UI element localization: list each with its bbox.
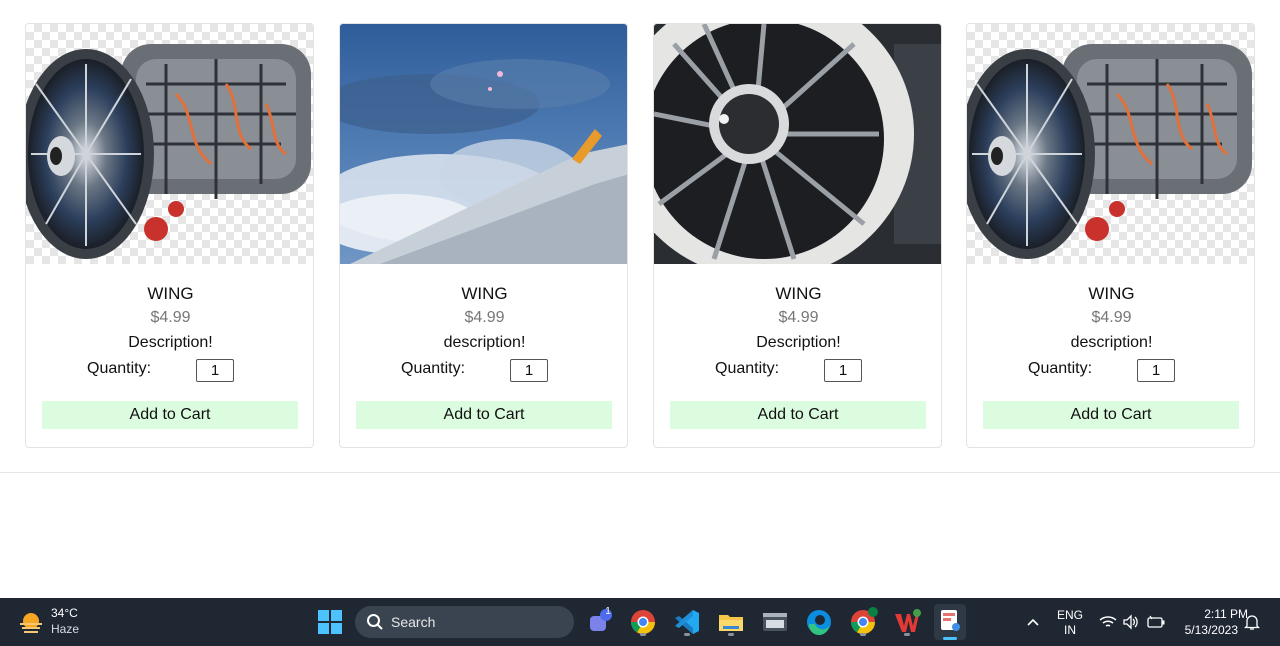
file-explorer-icon[interactable] [715, 606, 747, 638]
edge-icon[interactable] [803, 606, 835, 638]
product-image-turbofan [654, 24, 941, 264]
add-to-cart-button[interactable]: Add to Cart [670, 401, 926, 429]
chrome-icon[interactable] [627, 606, 659, 638]
search-label: Search [391, 614, 436, 630]
product-card-body: WING $4.99 description! Quantity: Add to… [340, 264, 627, 447]
haze-sun-icon [20, 613, 42, 633]
product-price: $4.99 [150, 309, 191, 326]
search-icon [367, 614, 383, 630]
product-description: description! [443, 334, 526, 351]
product-grid: WING $4.99 Description! Quantity: Add to… [25, 23, 1255, 448]
product-page: WING $4.99 Description! Quantity: Add to… [0, 0, 1280, 598]
quantity-label: Quantity: [401, 360, 466, 377]
add-to-cart-button[interactable]: Add to Cart [983, 401, 1239, 429]
language-indicator-top[interactable]: ENG [1054, 608, 1086, 622]
teams-icon[interactable]: 1 [583, 606, 615, 638]
active-indicator [943, 637, 957, 640]
chrome-profile-icon[interactable] [847, 606, 879, 638]
product-card: WING $4.99 description! Quantity: Add to… [966, 23, 1255, 448]
speaker-icon[interactable] [1122, 614, 1140, 630]
snipping-tool-icon[interactable] [934, 604, 966, 640]
wps-office-icon[interactable] [891, 606, 923, 638]
running-indicator [684, 633, 690, 636]
product-price: $4.99 [464, 309, 505, 326]
teams-badge: 1 [605, 606, 611, 617]
battery-icon[interactable] [1146, 614, 1166, 630]
product-image-engine [967, 24, 1254, 264]
product-description: Description! [756, 334, 841, 351]
quantity-label: Quantity: [87, 360, 152, 377]
quantity-label: Quantity: [1028, 360, 1093, 377]
windows-start-icon[interactable] [314, 606, 346, 638]
product-name: WING [147, 284, 194, 303]
product-image-wing [340, 24, 627, 264]
taskbar-search[interactable]: Search [355, 606, 574, 638]
quantity-input[interactable] [824, 359, 862, 382]
language-indicator-bottom[interactable]: IN [1054, 623, 1086, 637]
product-description: description! [1070, 334, 1153, 351]
footer-divider [0, 472, 1280, 473]
taskbar: 34°C Haze Search 1 ENG IN 2:11 PM 5/13/2… [0, 598, 1280, 646]
weather-temperature: 34°C [51, 606, 78, 620]
quantity-input[interactable] [1137, 359, 1175, 382]
product-price: $4.99 [1091, 309, 1132, 326]
product-card-body: WING $4.99 Description! Quantity: Add to… [26, 264, 313, 447]
product-description: Description! [128, 334, 213, 351]
running-indicator [860, 633, 866, 636]
add-to-cart-button[interactable]: Add to Cart [42, 401, 298, 429]
product-image-engine [26, 24, 313, 264]
product-card: WING $4.99 Description! Quantity: Add to… [653, 23, 942, 448]
product-name: WING [1088, 284, 1135, 303]
product-card: WING $4.99 Description! Quantity: Add to… [25, 23, 314, 448]
terminal-icon[interactable] [759, 606, 791, 638]
quantity-label: Quantity: [715, 360, 780, 377]
notification-bell-icon[interactable] [1244, 613, 1260, 631]
product-card: WING $4.99 description! Quantity: Add to… [339, 23, 628, 448]
product-card-body: WING $4.99 Description! Quantity: Add to… [654, 264, 941, 447]
quantity-input[interactable] [510, 359, 548, 382]
product-card-body: WING $4.99 description! Quantity: Add to… [967, 264, 1254, 447]
product-price: $4.99 [778, 309, 819, 326]
wifi-icon[interactable] [1099, 614, 1117, 630]
weather-condition: Haze [51, 622, 80, 636]
chevron-up-icon[interactable] [1026, 615, 1040, 629]
clock-time[interactable]: 2:11 PM [1178, 607, 1248, 621]
add-to-cart-button[interactable]: Add to Cart [356, 401, 612, 429]
quantity-input[interactable] [196, 359, 234, 382]
running-indicator [640, 633, 646, 636]
product-name: WING [461, 284, 508, 303]
product-name: WING [775, 284, 822, 303]
running-indicator [728, 633, 734, 636]
vscode-icon[interactable] [671, 606, 703, 638]
clock-date[interactable]: 5/13/2023 [1178, 623, 1238, 637]
running-indicator [904, 633, 910, 636]
